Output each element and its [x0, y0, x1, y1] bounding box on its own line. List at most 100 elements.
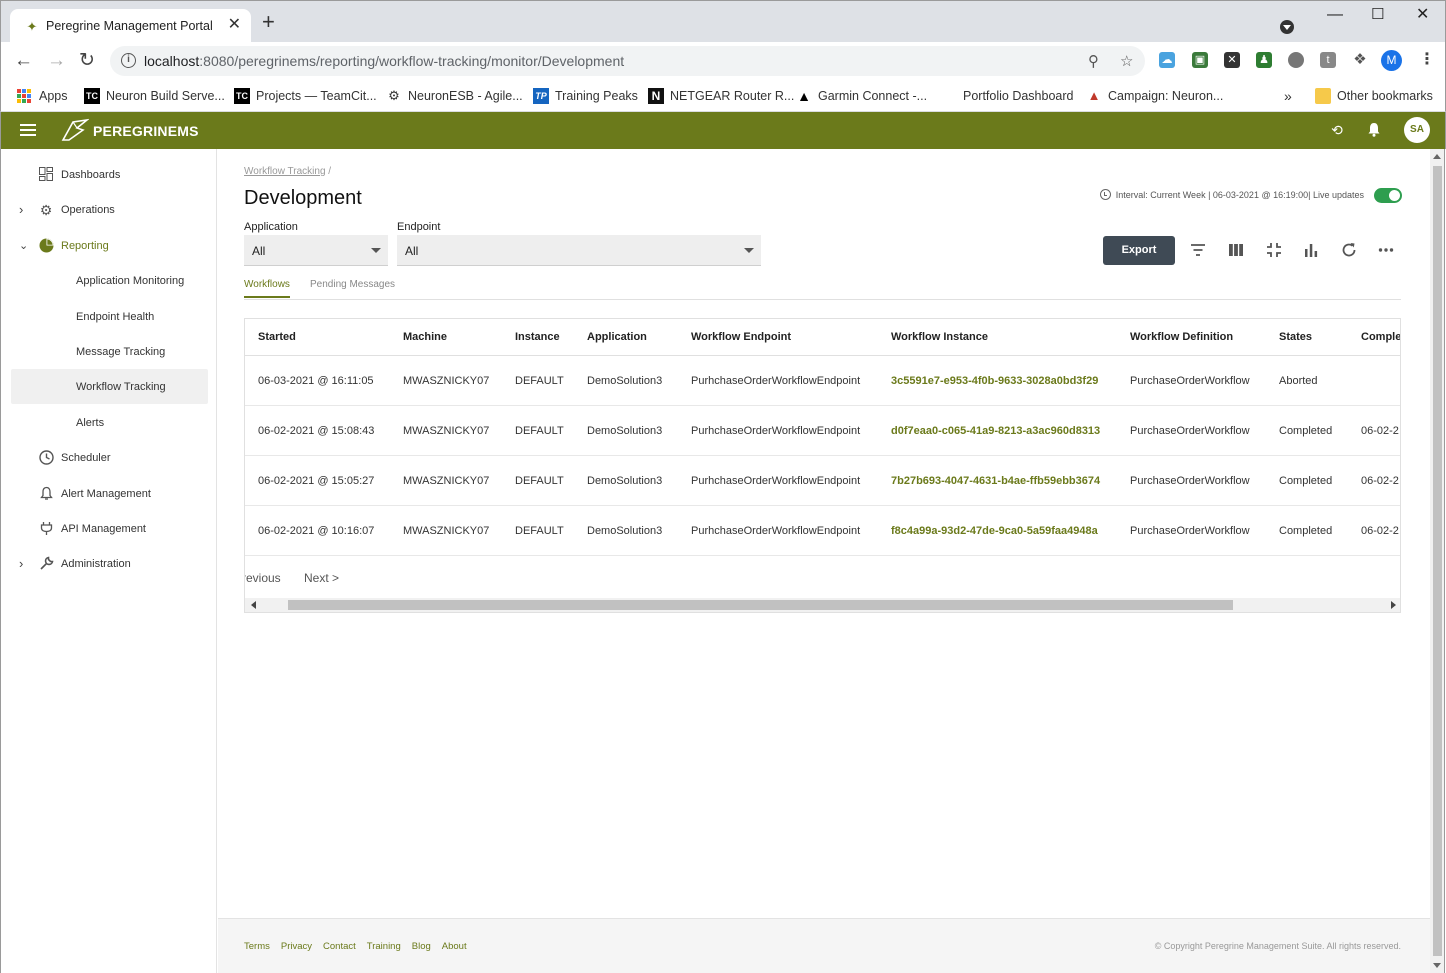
maximize-window-button[interactable]: ☐	[1371, 7, 1384, 23]
browser-menu-icon[interactable]: ⋮	[1419, 50, 1435, 70]
address-bar[interactable]: i localhost:8080/peregrinems/reporting/w…	[110, 46, 1145, 76]
header-col-started[interactable]: Started	[258, 319, 296, 355]
new-tab-button[interactable]: +	[262, 11, 275, 33]
columns-icon[interactable]	[1227, 241, 1245, 259]
bookmark-netgear[interactable]: N NETGEAR Router R...	[648, 85, 794, 107]
profile-avatar[interactable]: M	[1381, 50, 1402, 71]
tab-workflows[interactable]: Workflows	[244, 279, 290, 298]
sidebar-item-alert-management[interactable]: Alert Management	[11, 476, 208, 511]
next-page-button[interactable]: Next >	[304, 571, 339, 585]
more-bookmarks-button[interactable]: »	[1284, 85, 1292, 107]
header-col-completed[interactable]: Comple	[1361, 319, 1400, 355]
forward-button[interactable]: →	[47, 51, 66, 71]
endpoint-select[interactable]: All	[397, 235, 761, 266]
notifications-bell-icon[interactable]	[1366, 122, 1382, 138]
zoom-icon[interactable]: ⚲	[1088, 52, 1099, 70]
footer-link-privacy[interactable]: Privacy	[281, 941, 312, 952]
refresh-icon[interactable]	[1340, 241, 1358, 259]
url-text[interactable]: localhost:8080/peregrinems/reporting/wor…	[144, 53, 624, 69]
image-extension-icon[interactable]: ▣	[1192, 52, 1208, 68]
header-col-workflow-instance[interactable]: Workflow Instance	[891, 319, 988, 355]
tab-pending-messages[interactable]: Pending Messages	[310, 279, 395, 296]
sidebar-item-endpoint-health[interactable]: Endpoint Health	[11, 299, 208, 334]
collapse-icon[interactable]	[1265, 241, 1283, 259]
bookmark-campaign-neuron[interactable]: ▲ Campaign: Neuron...	[1086, 85, 1224, 107]
sidebar-item-operations[interactable]: › ⚙ Operations	[11, 192, 208, 227]
header-col-application[interactable]: Application	[587, 319, 647, 355]
bookmark-neuron-build[interactable]: TC Neuron Build Serve...	[84, 85, 225, 107]
site-info-icon[interactable]: i	[121, 53, 136, 68]
scroll-right-icon[interactable]	[1391, 601, 1396, 609]
sidebar-item-alerts[interactable]: Alerts	[11, 405, 208, 440]
scroll-down-icon[interactable]	[1433, 963, 1441, 968]
bookmark-neuronesb-agile[interactable]: ⚙ NeuronESB - Agile...	[386, 85, 522, 107]
evernote-extension-icon[interactable]: ♟	[1256, 52, 1272, 68]
close-tab-icon[interactable]: ✕	[228, 17, 241, 33]
workflow-instance-link[interactable]: 3c5591e7-e953-4f0b-9633-3028a0bd3f29	[891, 356, 1098, 405]
application-select[interactable]: All	[244, 235, 388, 266]
close-window-button[interactable]: ✕	[1416, 7, 1429, 23]
footer-link-about[interactable]: About	[442, 941, 467, 952]
t-extension-icon[interactable]: t	[1320, 52, 1336, 68]
sidebar-item-reporting[interactable]: ⌄ Reporting	[11, 228, 208, 263]
sidebar-item-dashboards[interactable]: Dashboards	[11, 157, 208, 192]
header-col-machine[interactable]: Machine	[403, 319, 447, 355]
filter-icon[interactable]	[1189, 241, 1207, 259]
previous-page-button[interactable]: revious	[245, 571, 281, 585]
bookmark-training-peaks[interactable]: TP Training Peaks	[533, 85, 638, 107]
bookmark-label: Portfolio Dashboard	[963, 89, 1074, 103]
table-row[interactable]: 06-02-2021 @ 15:05:27 MWASZNICKY07 DEFAULT…	[245, 456, 1400, 506]
breadcrumb-link-workflow-tracking[interactable]: Workflow Tracking	[244, 166, 326, 177]
minimize-window-button[interactable]: —	[1327, 7, 1343, 23]
browser-tab[interactable]: ✦ Peregrine Management Portal ✕	[10, 9, 251, 43]
sidebar-item-message-tracking[interactable]: Message Tracking	[11, 334, 208, 369]
export-button[interactable]: Export	[1103, 236, 1175, 265]
header-col-states[interactable]: States	[1279, 319, 1312, 355]
bar-chart-icon[interactable]	[1302, 241, 1320, 259]
footer-link-terms[interactable]: Terms	[244, 941, 270, 952]
other-bookmarks-folder[interactable]: Other bookmarks	[1315, 85, 1433, 107]
table-row[interactable]: 06-02-2021 @ 10:16:07 MWASZNICKY07 DEFAULT…	[245, 506, 1400, 556]
header-col-workflow-definition[interactable]: Workflow Definition	[1130, 319, 1233, 355]
circle-extension-icon[interactable]	[1288, 52, 1304, 68]
footer-link-training[interactable]: Training	[367, 941, 401, 952]
header-col-instance[interactable]: Instance	[515, 319, 560, 355]
back-button[interactable]: ←	[14, 51, 33, 71]
history-icon[interactable]: ⟲	[1329, 122, 1345, 138]
sidebar-item-application-monitoring[interactable]: Application Monitoring	[11, 263, 208, 298]
scroll-up-icon[interactable]	[1433, 154, 1441, 159]
bookmark-portfolio-dashboard[interactable]: Portfolio Dashboard	[963, 85, 1073, 107]
bookmark-star-icon[interactable]: ☆	[1120, 52, 1133, 70]
menu-icon[interactable]	[20, 124, 36, 136]
footer-link-contact[interactable]: Contact	[323, 941, 356, 952]
tab-search-icon[interactable]	[1280, 20, 1294, 34]
more-options-icon[interactable]	[1377, 241, 1395, 259]
horizontal-scrollbar[interactable]	[245, 598, 1400, 612]
table-row[interactable]: 06-02-2021 @ 15:08:43 MWASZNICKY07 DEFAULT…	[245, 406, 1400, 456]
peregrine-logo[interactable]: PEREGRINEMS	[61, 118, 199, 143]
cloud-extension-icon[interactable]: ☁	[1159, 52, 1175, 68]
sidebar-item-scheduler[interactable]: Scheduler	[11, 440, 208, 475]
workflow-instance-link[interactable]: f8c4a99a-93d2-47de-9ca0-5a59faa4948a	[891, 506, 1098, 555]
x-extension-icon[interactable]: ✕	[1224, 52, 1240, 68]
workflow-instance-link[interactable]: 7b27b693-4047-4631-b4ae-ffb59ebb3674	[891, 456, 1100, 505]
scroll-left-icon[interactable]	[251, 601, 256, 609]
puzzle-extensions-icon[interactable]: ❖	[1352, 52, 1368, 68]
vertical-scrollbar[interactable]	[1430, 149, 1445, 973]
bookmark-garmin[interactable]: ▲ Garmin Connect -...	[796, 85, 927, 107]
scroll-thumb[interactable]	[288, 600, 1233, 610]
live-updates-toggle[interactable]	[1374, 188, 1402, 203]
scroll-thumb[interactable]	[1433, 166, 1442, 956]
bookmark-apps[interactable]: Apps	[17, 85, 68, 107]
sidebar-item-api-management[interactable]: API Management	[11, 511, 208, 546]
app-header: PEREGRINEMS ⟲ SA	[0, 112, 1446, 149]
sidebar-item-workflow-tracking[interactable]: Workflow Tracking	[11, 369, 208, 404]
workflow-instance-link[interactable]: d0f7eaa0-c065-41a9-8213-a3ac960d8313	[891, 406, 1100, 455]
header-col-workflow-endpoint[interactable]: Workflow Endpoint	[691, 319, 791, 355]
reload-button[interactable]: ↻	[79, 51, 95, 71]
bookmark-projects-teamcity[interactable]: TC Projects — TeamCit...	[234, 85, 377, 107]
table-row[interactable]: 06-03-2021 @ 16:11:05 MWASZNICKY07 DEFAULT…	[245, 356, 1400, 406]
user-avatar[interactable]: SA	[1404, 117, 1430, 143]
sidebar-item-administration[interactable]: › Administration	[11, 546, 208, 581]
footer-link-blog[interactable]: Blog	[412, 941, 431, 952]
